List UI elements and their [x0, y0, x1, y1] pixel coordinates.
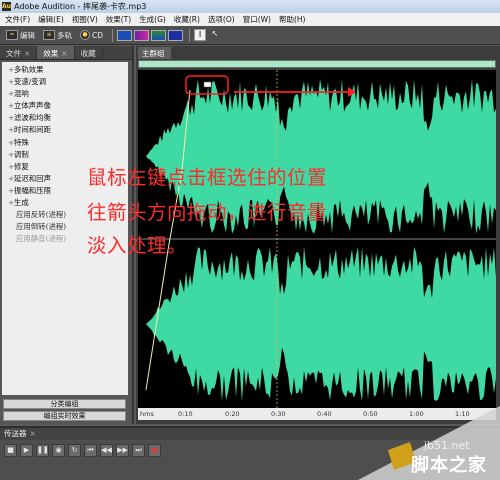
fast-forward-button[interactable]: ▶▶ [116, 444, 129, 457]
tab-effects-label: 效果 [43, 49, 59, 58]
tree-item-label: 多轨效果 [14, 65, 44, 74]
tab-files[interactable]: 文件 × [0, 46, 38, 59]
panel-tabs: 文件 × 效果 × 收藏 [0, 46, 132, 60]
transport-title: 传送器 [4, 429, 27, 438]
tree-item-label: 立体声声像 [14, 101, 51, 111]
menu-window[interactable]: 窗口(W) [240, 14, 276, 25]
close-icon[interactable]: × [30, 429, 36, 438]
toolbar-separator [112, 28, 114, 42]
ruler-tick-label: 0:20 [225, 410, 240, 418]
menu-bar: 文件(F) 编辑(E) 视图(V) 效果(T) 生成(G) 收藏(R) 选项(O… [0, 13, 500, 26]
tree-item-label: 混响 [14, 89, 29, 99]
waveform-view-button[interactable] [117, 29, 133, 41]
annotation-line-3: 淡入处理。 [87, 234, 188, 257]
multitrack-view-button[interactable]: ≡ 多轨 [40, 28, 75, 42]
menu-file[interactable]: 文件(F) [2, 14, 35, 25]
tree-item-label: 振幅和压限 [14, 185, 51, 195]
play-from-cursor-button[interactable]: ◉ [52, 444, 65, 457]
window-title: Adobe Audition - 摔尾袭-卡农.mp3 [14, 2, 147, 11]
tree-item[interactable]: +多轨效果 [2, 64, 128, 76]
annotation-line-1: 鼠标左键点击框选住的位置 [87, 166, 328, 189]
tree-item[interactable]: +时间和间距 [2, 124, 128, 136]
multitrack-view-label: 多轨 [57, 30, 72, 40]
menu-view[interactable]: 视图(V) [69, 14, 103, 25]
spectral-view-button[interactable] [134, 29, 150, 41]
tree-item[interactable]: +特殊 [2, 137, 128, 149]
tree-item-label: 生成 [14, 198, 29, 208]
group-realtime-effects-button[interactable]: 编组实时效果 [3, 411, 126, 421]
overview-bar[interactable] [138, 60, 496, 68]
menu-favorites[interactable]: 收藏(R) [171, 14, 205, 25]
waveform-display[interactable] [138, 70, 496, 408]
group-by-category-button[interactable]: 分类编组 [3, 399, 126, 409]
edit-view-label: 编辑 [20, 30, 35, 40]
tree-item[interactable]: +混响 [2, 88, 128, 100]
loop-button[interactable]: ↻ [68, 444, 81, 457]
pan-view-button[interactable] [151, 29, 167, 41]
skip-to-end-button[interactable]: ⏭ [132, 444, 145, 457]
fade-handle-icon[interactable] [203, 81, 212, 88]
edit-view-button[interactable]: ≈ 编辑 [3, 28, 38, 42]
tab-main-group[interactable]: 主群组 [138, 47, 171, 59]
cd-view-button[interactable]: ● CD [77, 28, 106, 42]
menu-help[interactable]: 帮助(H) [276, 14, 311, 25]
stop-button[interactable]: ■ [4, 444, 17, 457]
toolbar-separator [189, 28, 191, 42]
tab-favorites-label: 收藏 [80, 49, 96, 58]
tree-item[interactable]: +滤波和均衡 [2, 112, 128, 124]
marquee-tool-icon[interactable]: ↖ [209, 29, 222, 41]
tree-item[interactable]: +立体声声像 [2, 100, 128, 112]
waveform-right-channel [138, 246, 496, 402]
close-icon[interactable]: × [24, 49, 30, 58]
skip-to-start-button[interactable]: ⏮ [84, 444, 97, 457]
editor-panel: 主群组 hms 0:10 0:20 0:30 0:40 0:50 1:00 1:… [136, 46, 500, 424]
pause-button[interactable]: ❚❚ [36, 444, 49, 457]
phase-view-button[interactable] [168, 29, 184, 41]
annotation-line-2: 往箭头方向拖动，进行音量 [87, 201, 328, 224]
menu-edit[interactable]: 编辑(E) [35, 14, 69, 25]
tree-item-label: 变速/变调 [14, 77, 47, 87]
waveform-svg [138, 70, 496, 408]
multitrack-view-icon: ≡ [43, 30, 55, 40]
tree-item-label: 应用倒转(进程) [16, 222, 67, 232]
cd-icon: ● [80, 30, 90, 40]
rewind-button[interactable]: ◀◀ [100, 444, 113, 457]
tab-effects[interactable]: 效果 × [37, 46, 75, 59]
ruler-unit: hms [140, 410, 154, 418]
tab-files-label: 文件 [6, 49, 21, 58]
cd-view-label: CD [92, 30, 104, 40]
tree-item-label: 滤波和均衡 [14, 113, 51, 123]
ruler-tick-label: 0:30 [271, 410, 286, 418]
edit-view-icon: ≈ [6, 30, 18, 40]
menu-generate[interactable]: 生成(G) [136, 14, 171, 25]
record-button[interactable]: ● [148, 444, 161, 457]
tree-item-label: 延迟和回声 [14, 173, 51, 183]
tree-item[interactable]: +调制 [2, 149, 128, 161]
audition-app-icon: Au [2, 2, 11, 11]
tree-item-label: 特殊 [14, 137, 29, 147]
tree-item-label: 应用静音(进程) [16, 234, 67, 244]
time-selection-tool-icon[interactable]: I [194, 29, 207, 41]
menu-options[interactable]: 选项(O) [205, 14, 240, 25]
tree-item[interactable]: +变速/变调 [2, 76, 128, 88]
ruler-tick-label: 0:40 [317, 410, 332, 418]
close-icon[interactable]: × [61, 49, 67, 58]
tab-favorites[interactable]: 收藏 [75, 46, 103, 59]
tree-item-label: 时间和间距 [14, 125, 51, 135]
ruler-tick-label: 0:10 [178, 410, 193, 418]
tree-item-label: 调制 [14, 149, 29, 159]
tree-item-label: 应用反转(进程) [16, 210, 67, 220]
tree-item-label: 修复 [14, 161, 29, 171]
watermark-name: 脚本之家 [411, 455, 487, 476]
menu-effects[interactable]: 效果(T) [103, 14, 136, 25]
toolbar: ≈ 编辑 ≡ 多轨 ● CD I ↖ [0, 26, 500, 45]
title-bar: Au Adobe Audition - 摔尾袭-卡农.mp3 [0, 0, 500, 13]
play-button[interactable]: ▶ [20, 444, 33, 457]
